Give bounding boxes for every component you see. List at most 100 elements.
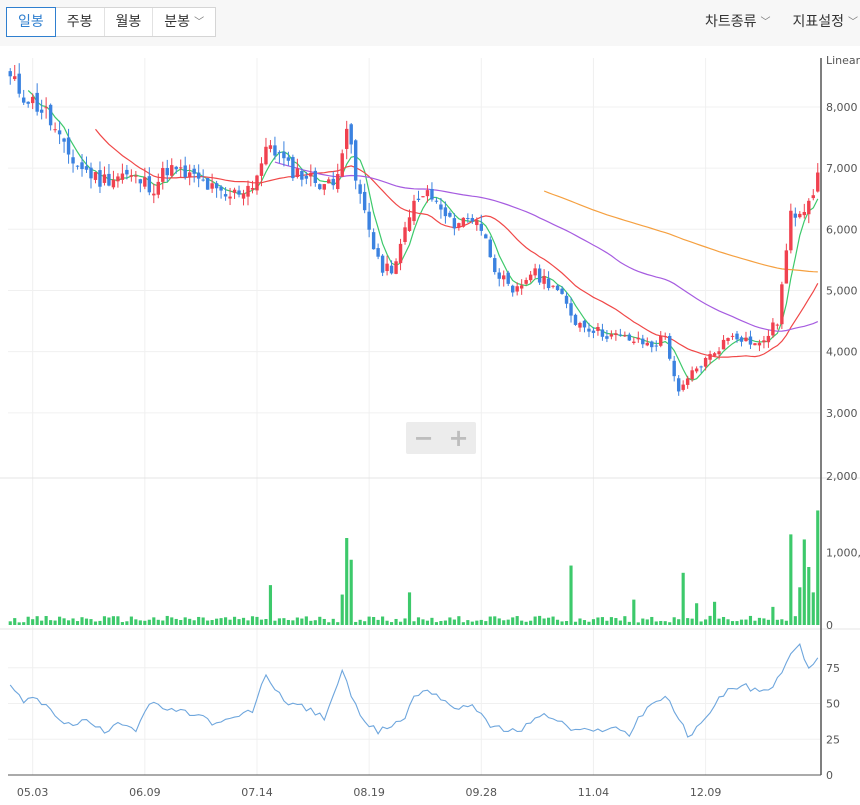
chevron-down-icon: ﹀ — [194, 17, 205, 28]
volume-bar — [300, 618, 304, 625]
volume-bar — [152, 617, 156, 625]
volume-bar — [470, 621, 474, 625]
candle-body — [802, 212, 807, 216]
candle-body — [398, 243, 403, 264]
volume-bar — [246, 620, 250, 625]
candle-body — [766, 335, 771, 343]
volume-bar — [197, 616, 201, 625]
candle-body — [721, 339, 726, 350]
candle-body — [690, 370, 694, 380]
candle-body — [627, 334, 632, 341]
zoom-in-button[interactable]: + — [441, 422, 476, 454]
candle-body — [273, 145, 277, 156]
volume-bar — [40, 620, 44, 625]
tab-daily[interactable]: 일봉 — [6, 7, 56, 37]
volume-bar — [35, 616, 39, 625]
volume-bar — [744, 619, 748, 625]
candle-body — [784, 250, 789, 284]
volume-bar — [582, 620, 587, 625]
volume-bar — [695, 603, 699, 625]
candle-body — [578, 322, 582, 328]
tab-monthly[interactable]: 월봉 — [105, 8, 154, 36]
volume-bar — [228, 619, 232, 625]
volume-bar — [282, 618, 286, 625]
volume-bar — [309, 620, 313, 625]
volume-bar — [31, 619, 35, 625]
candle-body — [223, 194, 228, 197]
volume-bar — [291, 620, 295, 625]
volume-bar — [690, 618, 694, 625]
volume-bar — [192, 620, 196, 625]
volume-bar — [183, 617, 187, 625]
candle-body — [497, 272, 501, 279]
candle-body — [668, 335, 672, 359]
volume-bar — [457, 616, 461, 625]
volume-axis-label: 2,000 — [826, 470, 858, 483]
candle-body — [304, 175, 309, 179]
tab-weekly[interactable]: 주봉 — [56, 8, 105, 36]
volume-axis-label: 0 — [826, 619, 833, 632]
price-axis-label: 4,000 — [826, 346, 858, 359]
candle-body — [371, 232, 376, 250]
volume-bar — [659, 620, 663, 625]
volume-bar — [385, 620, 389, 625]
candle-body — [295, 168, 300, 177]
date-axis-label: 12.09 — [690, 786, 722, 799]
volume-bar — [493, 616, 497, 625]
volume-bar — [784, 620, 788, 625]
moving-average-line — [27, 90, 819, 381]
volume-bar — [407, 592, 412, 625]
candle-body — [502, 275, 506, 280]
candle-body — [748, 336, 753, 345]
candle-body — [17, 73, 21, 94]
volume-bar — [89, 619, 93, 625]
candle-body — [533, 268, 537, 276]
candle-body — [551, 285, 555, 287]
candle-body — [336, 174, 340, 190]
volume-bar — [111, 616, 115, 625]
chevron-down-icon: ﹀ — [760, 17, 771, 28]
candle-body — [156, 181, 160, 195]
candle-body — [98, 170, 102, 187]
volume-bar — [219, 618, 223, 625]
volume-bar — [811, 592, 815, 625]
volume-bar — [358, 619, 362, 625]
volume-bar — [372, 616, 376, 625]
volume-bar — [547, 617, 551, 625]
volume-bar — [717, 618, 721, 625]
candle-body — [573, 314, 578, 325]
volume-bar — [654, 621, 658, 625]
chart-type-menu[interactable]: 차트종류 ﹀ — [705, 7, 771, 37]
volume-bar — [578, 618, 582, 625]
candle-body — [340, 153, 344, 177]
volume-bar — [381, 616, 385, 625]
moving-average-line — [274, 161, 819, 332]
volume-bar — [336, 622, 340, 625]
volume-bar — [587, 621, 591, 625]
candle-body — [62, 138, 66, 142]
candle-body — [780, 284, 784, 325]
candle-body — [246, 185, 250, 197]
candle-body — [587, 328, 591, 332]
indicator-menu[interactable]: 지표설정 ﹀ — [792, 7, 858, 37]
candle-body — [107, 173, 111, 186]
volume-bar — [188, 618, 192, 625]
tab-minute[interactable]: 분봉 ﹀ — [153, 8, 215, 36]
volume-bar — [627, 621, 631, 625]
candle-body — [84, 166, 89, 170]
volume-bar — [721, 616, 726, 625]
volume-bar — [564, 621, 569, 625]
volume-bar — [206, 620, 210, 625]
zoom-out-button[interactable]: − — [406, 422, 441, 454]
volume-bar — [147, 619, 151, 625]
volume-bar — [398, 621, 403, 625]
candle-body — [771, 322, 775, 336]
volume-bar — [250, 616, 255, 625]
volume-bar — [304, 616, 308, 625]
date-axis-label: 11.04 — [578, 786, 610, 799]
volume-bar — [412, 621, 416, 625]
candle-body — [614, 333, 618, 336]
volume-bar — [623, 616, 627, 625]
volume-bar — [793, 616, 797, 625]
candle-body — [201, 179, 205, 181]
